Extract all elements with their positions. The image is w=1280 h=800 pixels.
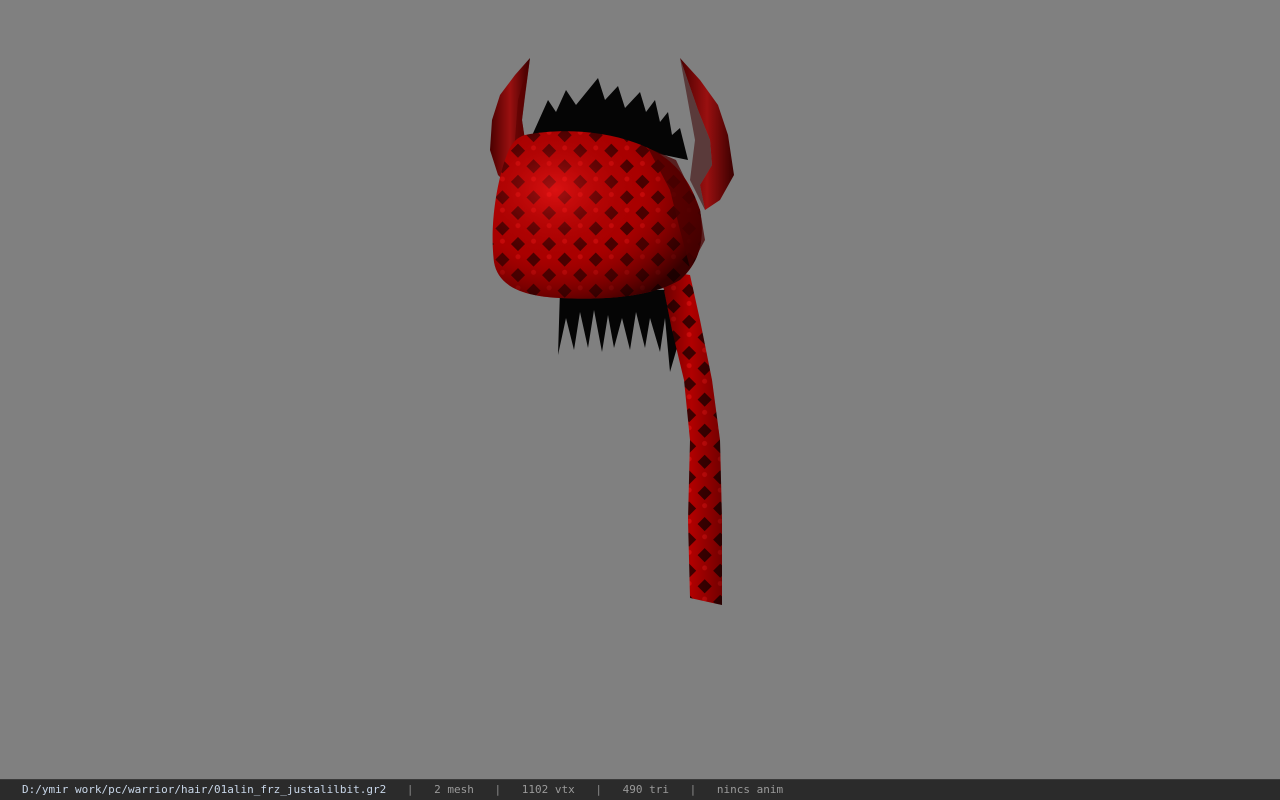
separator: | <box>595 783 602 796</box>
separator: | <box>689 783 697 796</box>
triangle-count: 490 tri <box>622 783 669 796</box>
bottom-spikes <box>558 290 685 372</box>
3d-viewport[interactable] <box>0 0 1280 779</box>
separator: | <box>406 783 414 796</box>
status-bar: D:/ymir work/pc/warrior/hair/01alin_frz_… <box>0 779 1280 800</box>
mesh-count: 2 mesh <box>434 783 474 796</box>
hair-model <box>490 58 734 605</box>
file-path: D:/ymir work/pc/warrior/hair/01alin_frz_… <box>22 783 387 796</box>
vertex-count: 1102 vtx <box>521 783 575 796</box>
separator: | <box>494 783 502 796</box>
animation-status: nincs anim <box>716 783 784 796</box>
